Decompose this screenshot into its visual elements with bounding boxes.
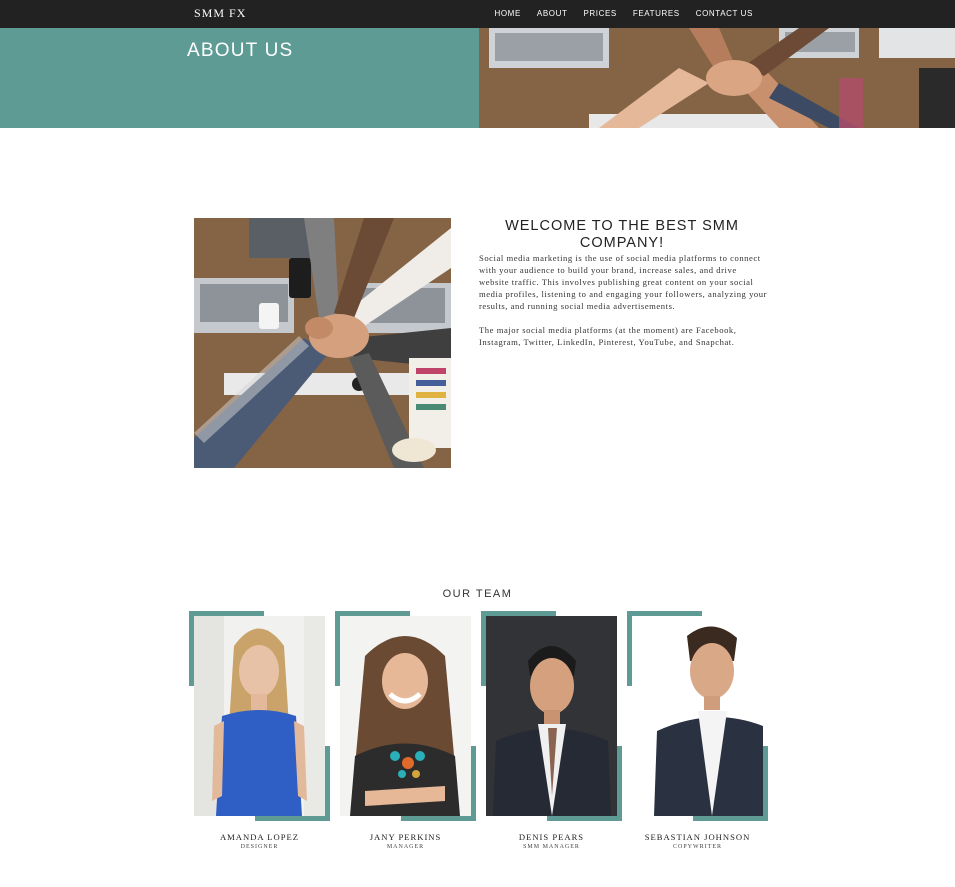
nav-about[interactable]: ABOUT xyxy=(537,9,568,18)
team-member-card: SEBASTIAN JOHNSON COPYWRITER xyxy=(627,611,773,861)
intro-photo xyxy=(194,218,451,468)
member-role: MANAGER xyxy=(386,844,425,850)
intro-paragraph-1: Social media marketing is the use of soc… xyxy=(479,253,768,311)
member-name: AMANDA LOPEZ xyxy=(219,832,300,842)
member-photo xyxy=(340,616,471,816)
hero-image xyxy=(479,28,955,128)
member-name: DENIS PEARS xyxy=(518,832,585,842)
member-role: COPYWRITER xyxy=(673,844,722,850)
member-role: SMM MANAGER xyxy=(523,844,580,850)
nav-features[interactable]: FEATURES xyxy=(633,9,680,18)
member-role: DESIGNER xyxy=(240,844,279,850)
team-member-card: AMANDA LOPEZ DESIGNER xyxy=(189,611,335,861)
nav-menu: HOME ABOUT PRICES FEATURES CONTACT US xyxy=(478,9,753,18)
page-title: ABOUT US xyxy=(187,40,294,61)
nav-prices[interactable]: PRICES xyxy=(583,9,616,18)
member-photo xyxy=(632,616,763,816)
intro-body: Social media marketing is the use of soc… xyxy=(479,252,769,360)
team-member-card: DENIS PEARS SMM MANAGER xyxy=(481,611,627,861)
member-name: SEBASTIAN JOHNSON xyxy=(644,832,751,842)
team-member-card: JANY PERKINS MANAGER xyxy=(335,611,481,861)
member-photo xyxy=(486,616,617,816)
intro-heading: WELCOME TO THE BEST SMM COMPANY! xyxy=(505,218,739,251)
nav-home[interactable]: HOME xyxy=(494,9,520,18)
brand-logo[interactable]: SMM FX xyxy=(194,6,246,21)
member-photo xyxy=(194,616,325,816)
team-heading: OUR TEAM xyxy=(442,588,513,600)
intro-paragraph-2: The major social media platforms (at the… xyxy=(479,325,737,347)
top-navbar: SMM FX HOME ABOUT PRICES FEATURES CONTAC… xyxy=(0,0,955,28)
nav-contact-us[interactable]: CONTACT US xyxy=(696,9,753,18)
member-name: JANY PERKINS xyxy=(369,832,442,842)
